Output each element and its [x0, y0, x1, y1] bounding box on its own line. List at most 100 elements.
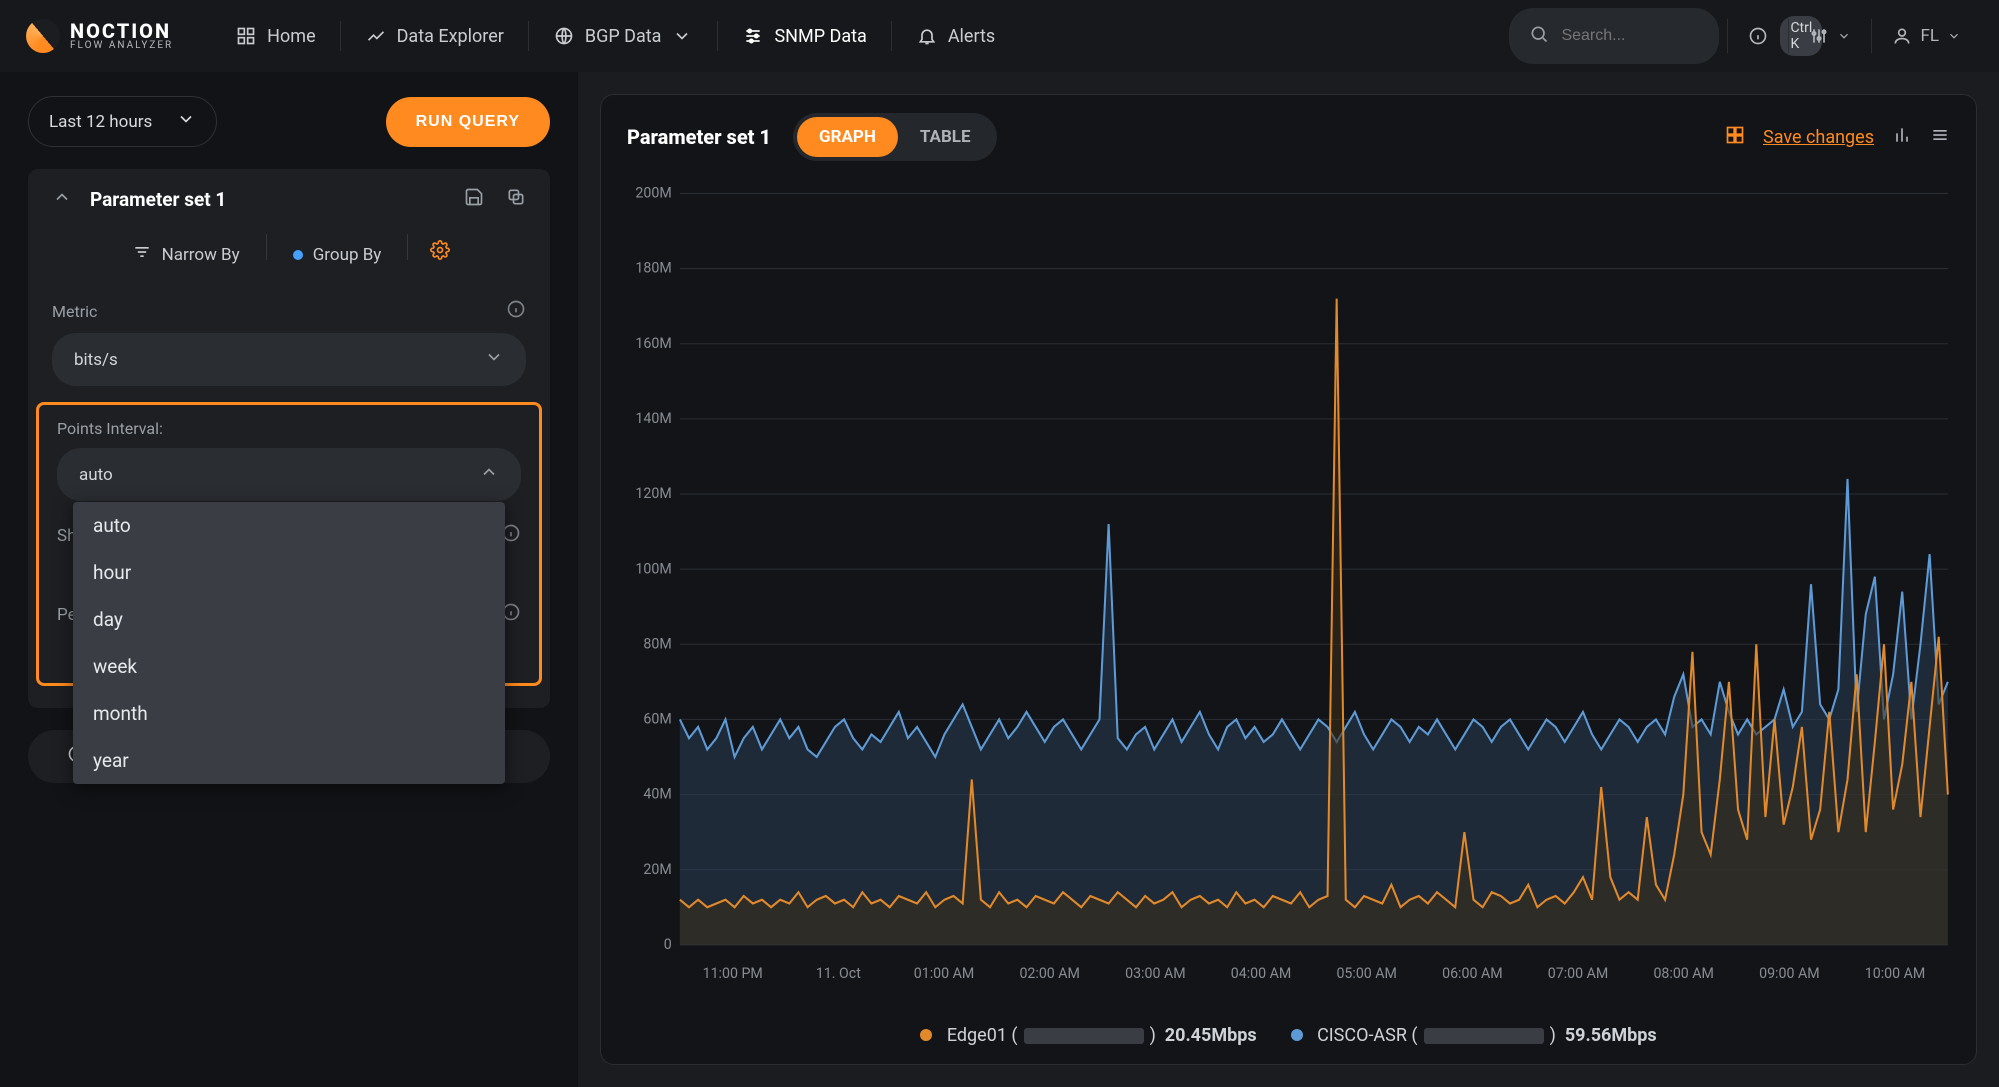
svg-text:07:00 AM: 07:00 AM — [1548, 965, 1608, 982]
chevron-down-icon — [484, 347, 504, 372]
svg-text:0: 0 — [664, 936, 672, 953]
narrow-by-label: Narrow By — [162, 245, 240, 265]
copy-icon[interactable] — [502, 183, 530, 216]
chart-card: Parameter set 1 GRAPH TABLE Save changes — [600, 94, 1977, 1065]
svg-text:01:00 AM: 01:00 AM — [914, 965, 974, 982]
info-icon[interactable] — [506, 299, 526, 323]
user-menu[interactable]: FL — [1880, 18, 1973, 54]
card-title: Parameter set 1 — [627, 125, 771, 149]
narrow-by-tab[interactable]: Narrow By — [118, 234, 254, 275]
legend-dot-icon — [920, 1029, 932, 1041]
table-tab[interactable]: TABLE — [898, 117, 993, 157]
settings-gear-icon[interactable] — [420, 234, 460, 275]
svg-text:11. Oct: 11. Oct — [816, 965, 861, 982]
svg-text:180M: 180M — [635, 260, 671, 277]
svg-text:120M: 120M — [635, 485, 671, 502]
metric-label: Metric — [52, 302, 97, 321]
svg-text:40M: 40M — [643, 786, 671, 803]
svg-text:140M: 140M — [635, 410, 671, 427]
grid-icon — [235, 25, 257, 47]
points-interval-option[interactable]: day — [73, 596, 505, 643]
nav-bgp-data[interactable]: BGP Data — [531, 17, 716, 55]
time-range-label: Last 12 hours — [49, 112, 152, 132]
legend-series-b[interactable]: CISCO-ASR () 59.56Mbps — [1291, 1025, 1657, 1046]
points-interval-select[interactable]: auto — [57, 448, 521, 501]
view-toggle: GRAPH TABLE — [793, 113, 997, 161]
chart-area: 020M40M60M80M100M120M140M160M180M200M11:… — [601, 179, 1976, 1015]
chevron-up-icon — [479, 462, 499, 487]
group-by-dot-icon — [293, 250, 303, 260]
time-range-select[interactable]: Last 12 hours — [28, 96, 217, 147]
points-interval-option[interactable]: year — [73, 737, 505, 784]
redacted-mask — [1424, 1028, 1544, 1044]
chart-legend: Edge01 () 20.45Mbps CISCO-ASR () 59.56Mb… — [601, 1015, 1976, 1064]
points-interval-option[interactable]: hour — [73, 549, 505, 596]
user-initials: FL — [1920, 26, 1939, 46]
brand-name: NOCTION — [70, 21, 173, 41]
nav-data-explorer[interactable]: Data Explorer — [343, 17, 526, 55]
top-navbar: NOCTION FLOW ANALYZER Home Data Explorer… — [0, 0, 1999, 72]
query-sidebar: Last 12 hours RUN QUERY Parameter set 1 — [0, 72, 578, 1087]
search-icon — [1529, 24, 1549, 49]
bell-icon — [916, 25, 938, 47]
filter-icon — [132, 242, 152, 267]
graph-tab[interactable]: GRAPH — [797, 117, 898, 157]
svg-text:10:00 AM: 10:00 AM — [1865, 965, 1925, 982]
globe-icon — [553, 25, 575, 47]
global-search[interactable]: Ctrl K — [1509, 8, 1719, 64]
svg-text:160M: 160M — [635, 335, 671, 352]
legend-dot-icon — [1291, 1029, 1303, 1041]
save-icon[interactable] — [460, 183, 488, 216]
collapse-chevron-icon[interactable] — [48, 183, 76, 216]
legend-series-a[interactable]: Edge01 () 20.45Mbps — [920, 1025, 1256, 1046]
run-query-button[interactable]: RUN QUERY — [386, 97, 550, 147]
nav-alerts-label: Alerts — [948, 26, 995, 47]
primary-nav: Home Data Explorer BGP Data SNMP Data — [213, 17, 1017, 55]
points-interval-option[interactable]: auto — [73, 502, 505, 549]
svg-text:200M: 200M — [635, 184, 671, 201]
chevron-down-icon — [176, 109, 196, 134]
help-button[interactable] — [1736, 18, 1780, 54]
svg-text:60M: 60M — [643, 710, 671, 727]
menu-icon[interactable] — [1930, 125, 1950, 150]
svg-text:04:00 AM: 04:00 AM — [1231, 965, 1291, 982]
svg-text:11:00 PM: 11:00 PM — [703, 965, 763, 982]
nav-home[interactable]: Home — [213, 17, 337, 55]
points-interval-menu: auto hour day week month year — [73, 502, 505, 784]
panel-title: Parameter set 1 — [90, 188, 446, 211]
svg-text:03:00 AM: 03:00 AM — [1125, 965, 1185, 982]
svg-text:80M: 80M — [643, 635, 671, 652]
save-changes-link[interactable]: Save changes — [1763, 127, 1874, 148]
points-interval-option[interactable]: week — [73, 643, 505, 690]
nav-snmp-data-label: SNMP Data — [774, 26, 866, 47]
group-by-tab[interactable]: Group By — [279, 234, 396, 275]
svg-text:06:00 AM: 06:00 AM — [1442, 965, 1502, 982]
chart-svg: 020M40M60M80M100M120M140M160M180M200M11:… — [619, 183, 1958, 997]
nav-snmp-data[interactable]: SNMP Data — [720, 17, 888, 55]
points-interval-label: Points Interval: — [57, 419, 163, 438]
points-interval-value: auto — [79, 465, 113, 485]
svg-text:100M: 100M — [635, 560, 671, 577]
parameter-set-panel: Parameter set 1 Narrow By — [28, 169, 550, 708]
line-chart-icon — [365, 25, 387, 47]
nav-alerts[interactable]: Alerts — [894, 17, 1017, 55]
settings-sliders-button[interactable] — [1797, 18, 1863, 54]
metric-value: bits/s — [74, 350, 118, 370]
nav-bgp-data-label: BGP Data — [585, 26, 662, 47]
sliders-icon — [742, 25, 764, 47]
brand-subtitle: FLOW ANALYZER — [70, 41, 173, 51]
svg-text:09:00 AM: 09:00 AM — [1759, 965, 1819, 982]
widget-grid-icon[interactable] — [1725, 125, 1745, 150]
nav-data-explorer-label: Data Explorer — [397, 26, 504, 47]
redacted-mask — [1024, 1028, 1144, 1044]
nav-home-label: Home — [267, 26, 315, 47]
metric-select[interactable]: bits/s — [52, 333, 526, 386]
product-logo: NOCTION FLOW ANALYZER — [26, 19, 173, 53]
main-content: Parameter set 1 GRAPH TABLE Save changes — [578, 72, 1999, 1087]
svg-text:02:00 AM: 02:00 AM — [1019, 965, 1079, 982]
bar-chart-icon[interactable] — [1892, 125, 1912, 150]
svg-text:05:00 AM: 05:00 AM — [1336, 965, 1396, 982]
points-interval-option[interactable]: month — [73, 690, 505, 737]
logo-mark-icon — [26, 19, 60, 53]
svg-text:08:00 AM: 08:00 AM — [1653, 965, 1713, 982]
